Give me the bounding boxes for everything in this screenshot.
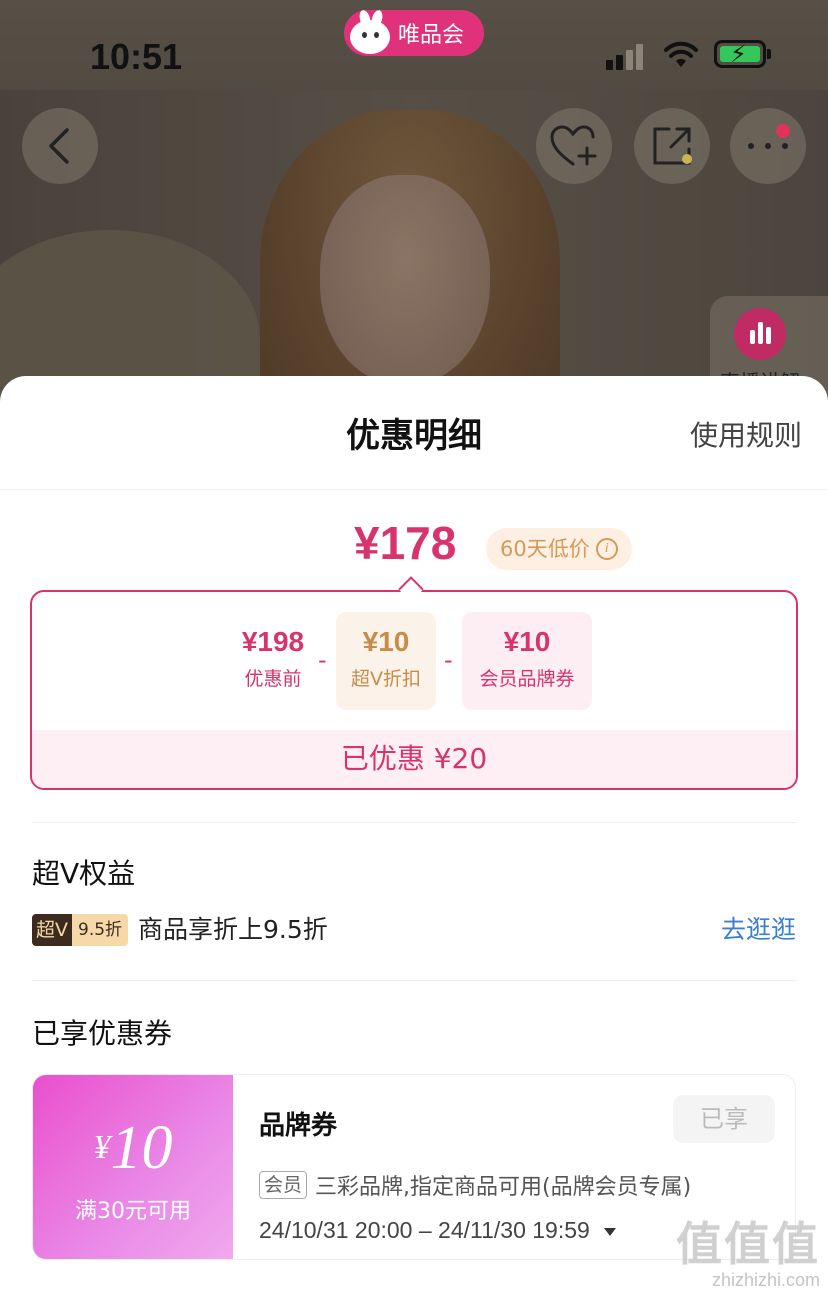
coupon-section-title: 已享优惠券 bbox=[32, 1017, 173, 1050]
discount-detail-sheet: 优惠明细 使用规则 ¥178 60天低价 i ¥198 优惠前 - ¥10 超V… bbox=[0, 376, 828, 1304]
svip-tag: 超V 9.5折 bbox=[32, 914, 129, 946]
svip-discount-amount: ¥10 bbox=[362, 626, 410, 657]
rabbit-logo-icon bbox=[344, 9, 394, 56]
original-price-label: 优惠前 bbox=[244, 668, 302, 690]
watermark-text: 值值值 bbox=[676, 1217, 820, 1271]
breakdown-items: ¥198 优惠前 - ¥10 超V折扣 - ¥10 会员品牌券 bbox=[32, 612, 800, 712]
coupon-scallop-edge bbox=[225, 1075, 241, 1259]
rules-link[interactable]: 使用规则 bbox=[690, 414, 802, 454]
total-saved-bar: 已优惠 ¥20 bbox=[32, 730, 796, 788]
original-price-item: ¥198 优惠前 bbox=[228, 612, 318, 710]
original-price-amount: ¥198 bbox=[241, 626, 305, 657]
member-tag: 会员 bbox=[259, 1171, 308, 1199]
status-bar: 10:51 唯品会 ⚡ bbox=[0, 0, 828, 100]
brand-coupon-amount: ¥10 bbox=[503, 626, 551, 657]
low-price-badge-label: 60天低价 bbox=[500, 537, 590, 561]
app-return-pill[interactable]: 唯品会 bbox=[344, 9, 484, 56]
svip-benefit-row: 超V 9.5折 商品享折上9.5折 去逛逛 bbox=[32, 912, 796, 952]
app-pill-label: 唯品会 bbox=[398, 23, 465, 48]
coupon-amount-value: 10 bbox=[110, 1114, 173, 1182]
coupon-value-panel: ¥10 满30元可用 bbox=[33, 1075, 233, 1259]
coupon-yen: ¥ bbox=[93, 1129, 111, 1166]
coupon-status-button[interactable]: 已享 bbox=[673, 1095, 775, 1143]
favorite-button[interactable] bbox=[536, 108, 612, 184]
cellular-signal-icon bbox=[606, 42, 648, 70]
go-browse-link[interactable]: 去逛逛 bbox=[721, 912, 796, 948]
svip-description: 商品享折上9.5折 bbox=[138, 915, 328, 944]
wifi-icon bbox=[664, 41, 698, 67]
more-dots-icon bbox=[748, 143, 788, 149]
share-button[interactable] bbox=[634, 108, 710, 184]
brand-coupon-label: 会员品牌券 bbox=[479, 668, 575, 690]
battery-charging-icon: ⚡ bbox=[714, 40, 771, 68]
back-chevron-icon bbox=[49, 128, 69, 164]
coupon-description-row: 会员 三彩品牌,指定商品可用(品牌会员专属) bbox=[259, 1169, 691, 1201]
coupon-description: 三彩品牌,指定商品可用(品牌会员专属) bbox=[315, 1175, 692, 1200]
saved-amount: ¥20 bbox=[433, 742, 488, 775]
heart-plus-icon bbox=[550, 125, 597, 166]
svip-discount-label: 超V折扣 bbox=[351, 668, 421, 690]
price-breakdown: ¥198 优惠前 - ¥10 超V折扣 - ¥10 会员品牌券 已优惠 ¥20 bbox=[30, 590, 798, 790]
more-button[interactable] bbox=[730, 108, 806, 184]
status-time: 10:51 bbox=[90, 36, 183, 77]
caret-down-icon bbox=[603, 1227, 616, 1236]
watermark: 值值值 zhizhizhi.com bbox=[660, 1218, 820, 1298]
saved-label: 已优惠 bbox=[340, 742, 425, 775]
watermark-url: zhizhizhi.com bbox=[711, 1270, 820, 1290]
coupon-validity: 24/10/31 20:00 – 24/11/30 19:59 bbox=[259, 1217, 590, 1243]
notification-dot bbox=[776, 124, 790, 138]
info-icon: i bbox=[595, 538, 618, 560]
svip-tag-part2: 9.5折 bbox=[72, 914, 129, 946]
svip-section-title: 超V权益 bbox=[32, 857, 136, 890]
final-price: ¥178 bbox=[354, 517, 457, 569]
final-price-row: ¥178 60天低价 i bbox=[0, 516, 828, 586]
back-button[interactable] bbox=[22, 108, 98, 184]
minus-sign: - bbox=[444, 646, 453, 674]
svip-tag-part1: 超V bbox=[32, 914, 72, 946]
coupon-amount: ¥10 bbox=[33, 1113, 233, 1183]
coupon-validity-toggle[interactable]: 24/10/31 20:00 – 24/11/30 19:59 bbox=[259, 1217, 616, 1244]
svip-discount-item: ¥10 超V折扣 bbox=[336, 612, 436, 710]
low-price-badge[interactable]: 60天低价 i bbox=[486, 528, 632, 570]
divider bbox=[32, 980, 796, 981]
coupon-name: 品牌券 bbox=[259, 1111, 338, 1141]
sheet-header: 优惠明细 使用规则 bbox=[0, 376, 828, 490]
minus-sign: - bbox=[318, 646, 327, 674]
divider bbox=[32, 822, 796, 823]
live-bars-icon bbox=[734, 308, 786, 360]
brand-coupon-item: ¥10 会员品牌券 bbox=[462, 612, 592, 710]
coupon-condition: 满30元可用 bbox=[75, 1199, 191, 1224]
